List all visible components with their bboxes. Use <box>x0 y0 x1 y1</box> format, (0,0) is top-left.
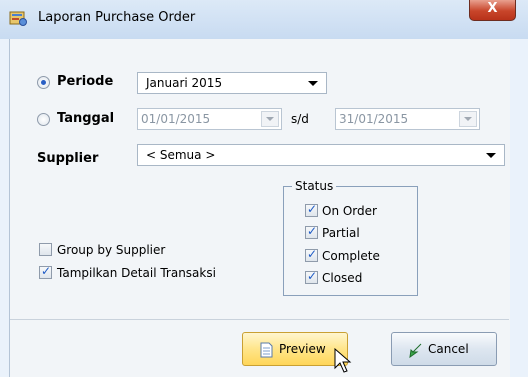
group-by-supplier-checkbox[interactable] <box>39 243 52 256</box>
periode-radio[interactable] <box>37 76 50 89</box>
divider <box>10 319 509 320</box>
periode-select[interactable]: Januari 2015 <box>137 72 327 94</box>
tanggal-to-value: 31/01/2015 <box>339 112 409 126</box>
periode-value: Januari 2015 <box>146 76 223 90</box>
dialog-window: Laporan Purchase Order X Periode Januari… <box>0 0 528 377</box>
status-closed-checkbox[interactable] <box>305 269 318 284</box>
status-legend: Status <box>292 179 337 193</box>
tanggal-label: Tanggal <box>57 111 115 126</box>
supplier-select[interactable]: < Semua > <box>137 144 505 166</box>
cancel-button[interactable]: Cancel <box>391 332 497 366</box>
supplier-value: < Semua > <box>146 148 216 162</box>
tanggal-from-value: 01/01/2015 <box>141 112 211 126</box>
group-by-supplier-label: Group by Supplier <box>57 243 166 257</box>
calendar-dropdown-icon[interactable] <box>261 111 279 127</box>
chevron-down-icon <box>486 153 496 158</box>
status-closed-label: Closed <box>322 271 363 285</box>
show-detail-checkbox[interactable] <box>39 264 52 279</box>
mouse-cursor-icon <box>334 348 352 373</box>
date-range-separator: s/d <box>291 112 309 126</box>
status-partial-checkbox[interactable] <box>305 224 318 239</box>
back-arrow-icon <box>409 343 422 358</box>
status-partial-label: Partial <box>322 226 360 240</box>
chevron-down-icon <box>308 81 318 86</box>
preview-button-label: Preview <box>279 342 326 356</box>
status-on-order-checkbox[interactable] <box>305 202 318 217</box>
preview-button[interactable]: Preview <box>242 332 348 366</box>
cancel-button-label: Cancel <box>428 342 469 356</box>
tanggal-radio[interactable] <box>37 113 50 126</box>
status-on-order-label: On Order <box>322 204 377 218</box>
close-button[interactable]: X <box>469 0 516 21</box>
close-icon: X <box>487 1 498 16</box>
document-icon <box>260 342 273 358</box>
title-bar[interactable]: Laporan Purchase Order X <box>0 0 528 39</box>
periode-label: Periode <box>57 74 114 89</box>
window-title: Laporan Purchase Order <box>38 10 196 25</box>
calendar-dropdown-icon[interactable] <box>459 111 477 127</box>
status-complete-checkbox[interactable] <box>305 247 318 262</box>
supplier-label: Supplier <box>37 151 99 166</box>
status-complete-label: Complete <box>322 249 380 263</box>
show-detail-label: Tampilkan Detail Transaksi <box>57 266 216 280</box>
tanggal-from-field[interactable]: 01/01/2015 <box>137 108 282 130</box>
report-icon <box>9 11 27 26</box>
tanggal-to-field[interactable]: 31/01/2015 <box>335 108 480 130</box>
